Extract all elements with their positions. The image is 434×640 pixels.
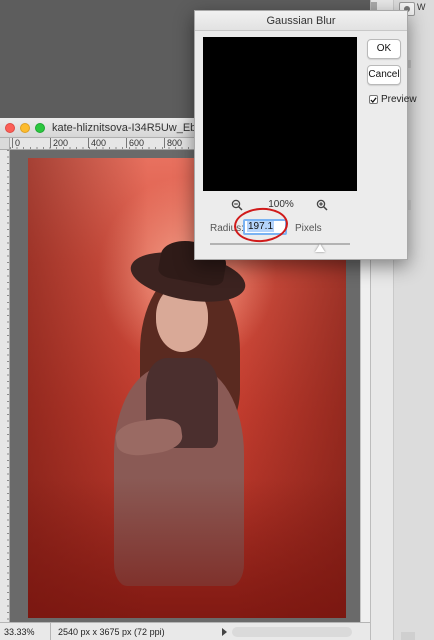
status-divider bbox=[50, 623, 51, 640]
checkmark-icon bbox=[370, 96, 377, 103]
radius-slider[interactable] bbox=[210, 243, 350, 245]
cancel-button[interactable]: Cancel bbox=[367, 65, 401, 85]
document-size: 2540 px x 3675 px (72 ppi) bbox=[58, 627, 165, 637]
ruler-label: 400 bbox=[88, 138, 106, 148]
preview-label[interactable]: Preview bbox=[381, 94, 417, 105]
vertical-ruler[interactable] bbox=[0, 150, 10, 622]
ruler-corner[interactable] bbox=[0, 138, 10, 150]
gaussian-blur-dialog: Gaussian Blur 100% OK Cancel Preview Rad… bbox=[194, 10, 417, 260]
document-title: kate-hliznitsova-I34R5Uw_Eb bbox=[52, 122, 197, 134]
zoom-out-icon[interactable] bbox=[229, 197, 245, 213]
ruler-label: 600 bbox=[126, 138, 144, 148]
panel-control[interactable] bbox=[401, 632, 415, 640]
zoom-level[interactable]: 33.33% bbox=[4, 627, 35, 637]
minimize-window-button[interactable] bbox=[20, 123, 30, 133]
ruler-label: 200 bbox=[50, 138, 68, 148]
ok-button[interactable]: OK bbox=[367, 39, 401, 59]
filter-preview[interactable] bbox=[203, 37, 357, 191]
preview-checkbox[interactable] bbox=[369, 95, 378, 104]
dialog-title[interactable]: Gaussian Blur bbox=[195, 11, 407, 31]
ruler-label: 800 bbox=[164, 138, 182, 148]
zoom-in-icon[interactable] bbox=[314, 197, 330, 213]
photo-shading bbox=[28, 478, 346, 618]
close-window-button[interactable] bbox=[5, 123, 15, 133]
ruler-label: 0 bbox=[12, 138, 20, 148]
horizontal-scrollbar[interactable] bbox=[232, 627, 352, 637]
radius-unit: Pixels bbox=[295, 223, 322, 234]
panel-letter: W bbox=[417, 2, 426, 12]
radius-slider-thumb[interactable] bbox=[315, 244, 325, 252]
status-menu-arrow-icon[interactable] bbox=[222, 628, 227, 636]
maximize-window-button[interactable] bbox=[35, 123, 45, 133]
status-bar: 33.33% 2540 px x 3675 px (72 ppi) bbox=[0, 622, 370, 640]
